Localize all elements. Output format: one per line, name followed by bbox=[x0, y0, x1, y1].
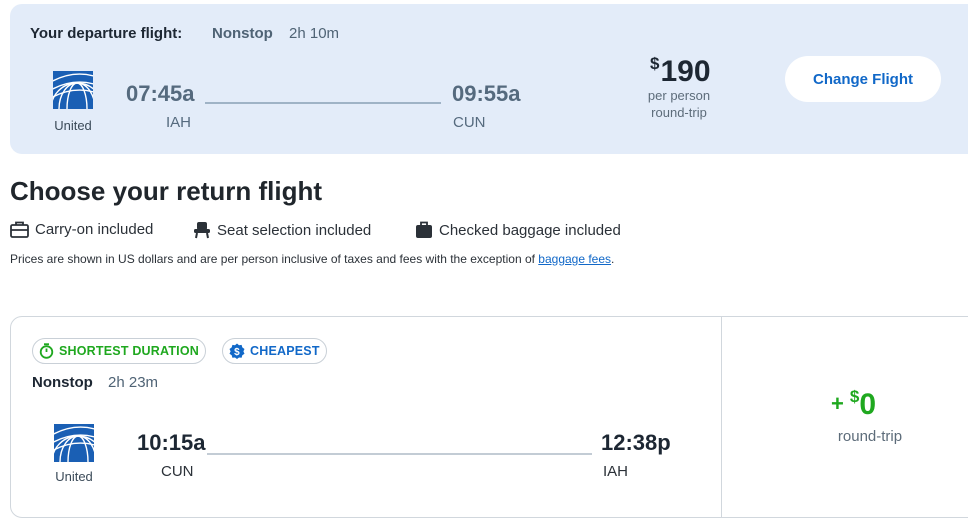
return-price-label: round-trip bbox=[837, 428, 903, 445]
price-round-trip: round-trip bbox=[651, 105, 707, 120]
return-flight-result-card[interactable]: SHORTEST DURATION $ CHEAPEST Nonstop 2h … bbox=[10, 316, 968, 518]
card-divider bbox=[721, 317, 722, 517]
departure-arrive-time: 09:55a bbox=[452, 81, 521, 106]
departure-stops: Nonstop bbox=[212, 25, 273, 42]
return-depart-time: 10:15a bbox=[137, 430, 206, 455]
united-logo-icon bbox=[54, 424, 94, 462]
svg-text:$: $ bbox=[234, 347, 240, 358]
carry-on-bag-icon bbox=[10, 221, 29, 238]
baggage-fees-link[interactable]: baggage fees bbox=[538, 252, 611, 266]
flight-path-line bbox=[207, 453, 592, 455]
price-disclaimer: Prices are shown in US dollars and are p… bbox=[10, 252, 615, 266]
return-duration: 2h 23m bbox=[108, 374, 159, 391]
return-airline: United bbox=[55, 469, 93, 484]
return-stops: Nonstop bbox=[32, 374, 93, 391]
departure-depart-time: 07:45a bbox=[126, 81, 195, 106]
departure-arrive-code: CUN bbox=[453, 114, 486, 131]
departure-depart-code: IAH bbox=[166, 114, 192, 131]
feature-carry-on: Carry-on included bbox=[10, 221, 153, 238]
departure-airline: United bbox=[54, 118, 92, 133]
return-arrive-code: IAH bbox=[603, 463, 629, 480]
feature-carry-on-label: Carry-on included bbox=[35, 221, 154, 238]
return-price-difference: + $0 bbox=[831, 387, 877, 421]
feature-seat-selection-label: Seat selection included bbox=[217, 221, 372, 239]
seat-icon bbox=[194, 222, 210, 239]
badge-shortest-duration: SHORTEST DURATION bbox=[32, 338, 206, 364]
change-flight-button[interactable]: Change Flight bbox=[785, 56, 941, 102]
dollar-badge-icon: $ bbox=[229, 343, 245, 359]
departure-flight-card: Your departure flight: Nonstop 2h 10m Un… bbox=[10, 4, 968, 154]
departure-price: $190 bbox=[650, 54, 711, 88]
flight-path-line bbox=[205, 102, 441, 104]
departure-duration: 2h 10m bbox=[289, 25, 340, 42]
return-section-title: Choose your return flight bbox=[10, 176, 322, 206]
badge-cheapest: $ CHEAPEST bbox=[222, 338, 327, 364]
united-logo-icon bbox=[53, 71, 93, 109]
feature-checked-baggage-label: Checked baggage included bbox=[439, 221, 621, 239]
stopwatch-icon bbox=[39, 343, 54, 359]
checked-bag-icon bbox=[416, 221, 432, 238]
price-per-person: per person bbox=[647, 88, 711, 103]
departure-title: Your departure flight: bbox=[30, 25, 183, 42]
return-arrive-time: 12:38p bbox=[601, 430, 671, 455]
feature-checked-baggage: Checked baggage included bbox=[415, 221, 621, 239]
return-depart-code: CUN bbox=[161, 463, 194, 480]
feature-seat-selection: Seat selection included bbox=[193, 221, 371, 239]
